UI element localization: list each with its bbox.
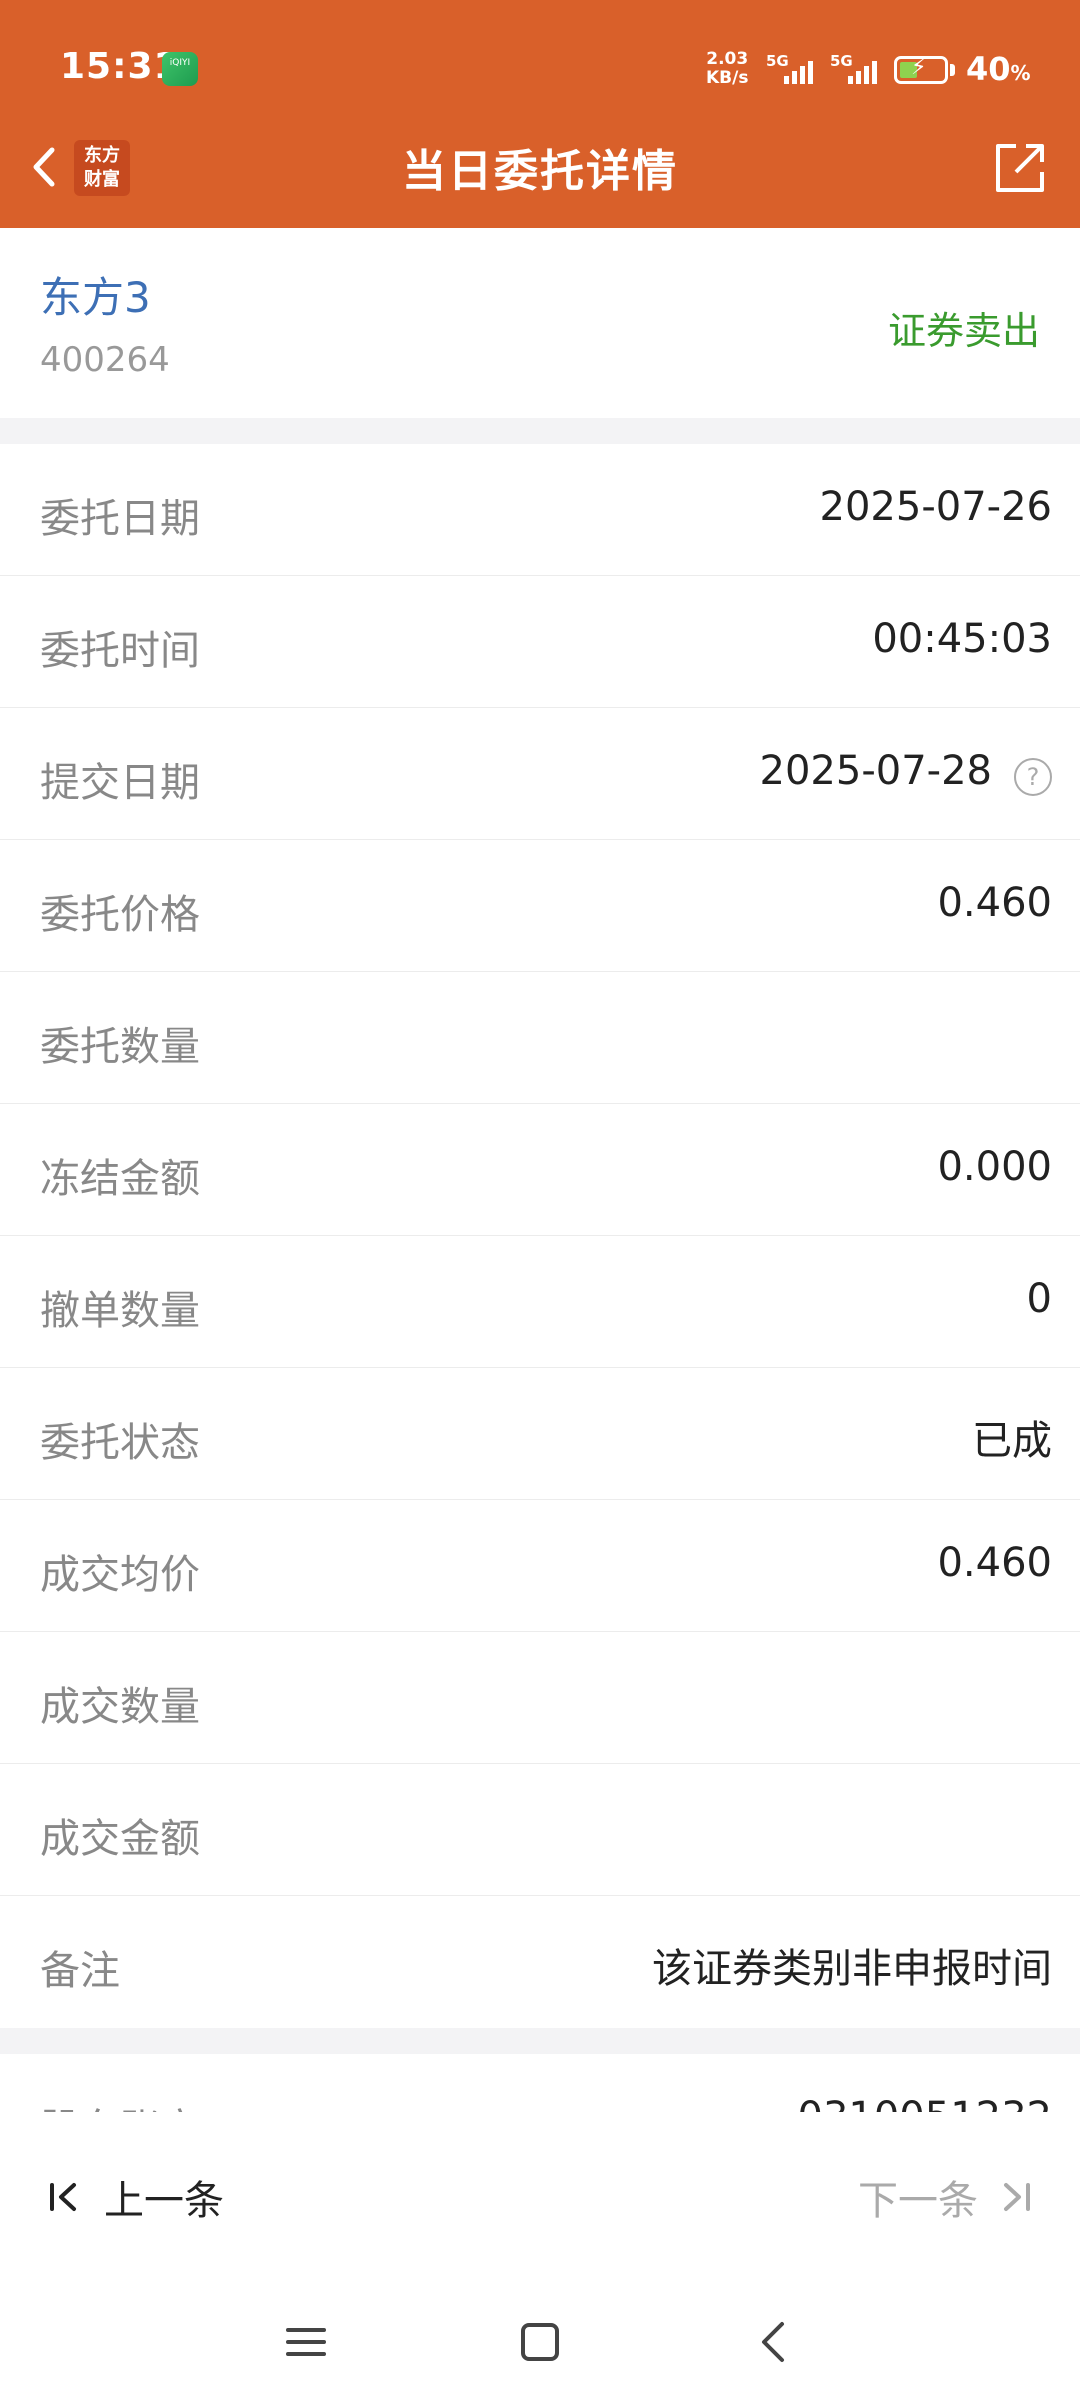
detail-row-order-status: 委托状态 已成 (0, 1368, 1080, 1500)
previous-record-button[interactable]: 上一条 (44, 2168, 224, 2226)
detail-label: 股东账户 (40, 2096, 200, 2112)
detail-value: 该证券类别非申报时间 (652, 1946, 1052, 1992)
detail-row-shareholder-account: 股东账户 0310051232 (0, 2054, 1080, 2112)
detail-label: 成交金额 (40, 1816, 200, 1862)
detail-row-order-quantity: 委托数量 (0, 972, 1080, 1104)
skip-next-icon (1004, 2183, 1030, 2211)
detail-label: 撤单数量 (40, 1288, 200, 1334)
detail-row-deal-quantity: 成交数量 (0, 1632, 1080, 1764)
detail-value: 00:45:03 (872, 616, 1052, 662)
detail-row-submit-date: 提交日期 2025-07-28 ? (0, 708, 1080, 840)
detail-row-avg-price: 成交均价 0.460 (0, 1500, 1080, 1632)
next-record-label: 下一条 (858, 2178, 978, 2224)
detail-label: 成交数量 (40, 1684, 200, 1730)
section-divider (0, 418, 1080, 444)
detail-value: 0.000 (937, 1144, 1052, 1190)
signal-strength-icon: 5G (766, 52, 830, 84)
network-speed-unit: KB/s (706, 68, 749, 88)
status-bar: 15:31 iQIYI 2.03 KB/s 5G 5G ⚡ 40% (0, 0, 1080, 140)
help-icon[interactable]: ? (1014, 758, 1052, 796)
share-button[interactable] (990, 138, 1050, 198)
next-record-button[interactable]: 下一条 (858, 2168, 1036, 2226)
network-speed-value: 2.03 (706, 49, 749, 69)
signal-strength-icon: 5G (830, 52, 894, 84)
system-navigation-bar (0, 2282, 1080, 2400)
detail-label: 委托数量 (40, 1024, 200, 1070)
page-title: 当日委托详情 (402, 146, 678, 197)
detail-label: 委托状态 (40, 1420, 200, 1466)
detail-row-order-date: 委托日期 2025-07-26 (0, 444, 1080, 576)
home-button[interactable] (510, 2312, 570, 2372)
system-back-button[interactable] (744, 2312, 804, 2372)
detail-label: 冻结金额 (40, 1156, 200, 1202)
detail-row-order-time: 委托时间 00:45:03 (0, 576, 1080, 708)
share-external-icon (996, 144, 1044, 192)
stock-code: 400264 (40, 340, 170, 380)
detail-row-cancel-quantity: 撤单数量 0 (0, 1236, 1080, 1368)
iqiyi-app-icon: iQIYI (162, 52, 198, 86)
detail-row-deal-amount: 成交金额 (0, 1764, 1080, 1896)
detail-row-order-price: 委托价格 0.460 (0, 840, 1080, 972)
detail-label: 委托价格 (40, 892, 200, 938)
detail-row-remark: 备注 该证券类别非申报时间 (0, 1896, 1080, 2028)
detail-label: 提交日期 (40, 760, 200, 806)
detail-label: 备注 (40, 1948, 120, 1994)
detail-value: 2025-07-28 (759, 748, 992, 794)
order-detail-list: 委托日期 2025-07-26 委托时间 00:45:03 提交日期 2025-… (0, 444, 1080, 2028)
battery-icon: ⚡ (894, 55, 948, 84)
record-navigation-bar: 上一条 下一条 (0, 2112, 1080, 2282)
stock-name[interactable]: 东方3 (40, 264, 151, 325)
detail-value: 0.460 (937, 1540, 1052, 1586)
recent-apps-button[interactable] (276, 2312, 336, 2372)
stock-info-card: 东方3 400264 证券卖出 (0, 228, 1080, 418)
menu-icon (286, 2328, 326, 2356)
detail-value: 已成 (972, 1418, 1052, 1464)
order-type-badge: 证券卖出 (887, 309, 1040, 353)
back-arrow-icon (762, 2322, 784, 2362)
skip-previous-icon (50, 2183, 76, 2211)
section-divider (0, 2028, 1080, 2054)
detail-value: 2025-07-26 (819, 484, 1052, 530)
detail-label: 委托时间 (40, 628, 200, 674)
detail-label: 成交均价 (40, 1552, 200, 1598)
app-header: 15:31 iQIYI 2.03 KB/s 5G 5G ⚡ 40% 东方 财富 … (0, 0, 1080, 228)
detail-value: 0310051232 (798, 2094, 1053, 2112)
battery-percent: 40% (966, 50, 1031, 88)
network-speed: 2.03 KB/s (706, 50, 748, 88)
detail-value: 0.460 (937, 880, 1052, 926)
home-square-icon (521, 2323, 559, 2361)
detail-row-frozen-amount: 冻结金额 0.000 (0, 1104, 1080, 1236)
previous-record-label: 上一条 (104, 2178, 224, 2224)
detail-label: 委托日期 (40, 496, 200, 542)
detail-value: 0 (1026, 1276, 1052, 1322)
